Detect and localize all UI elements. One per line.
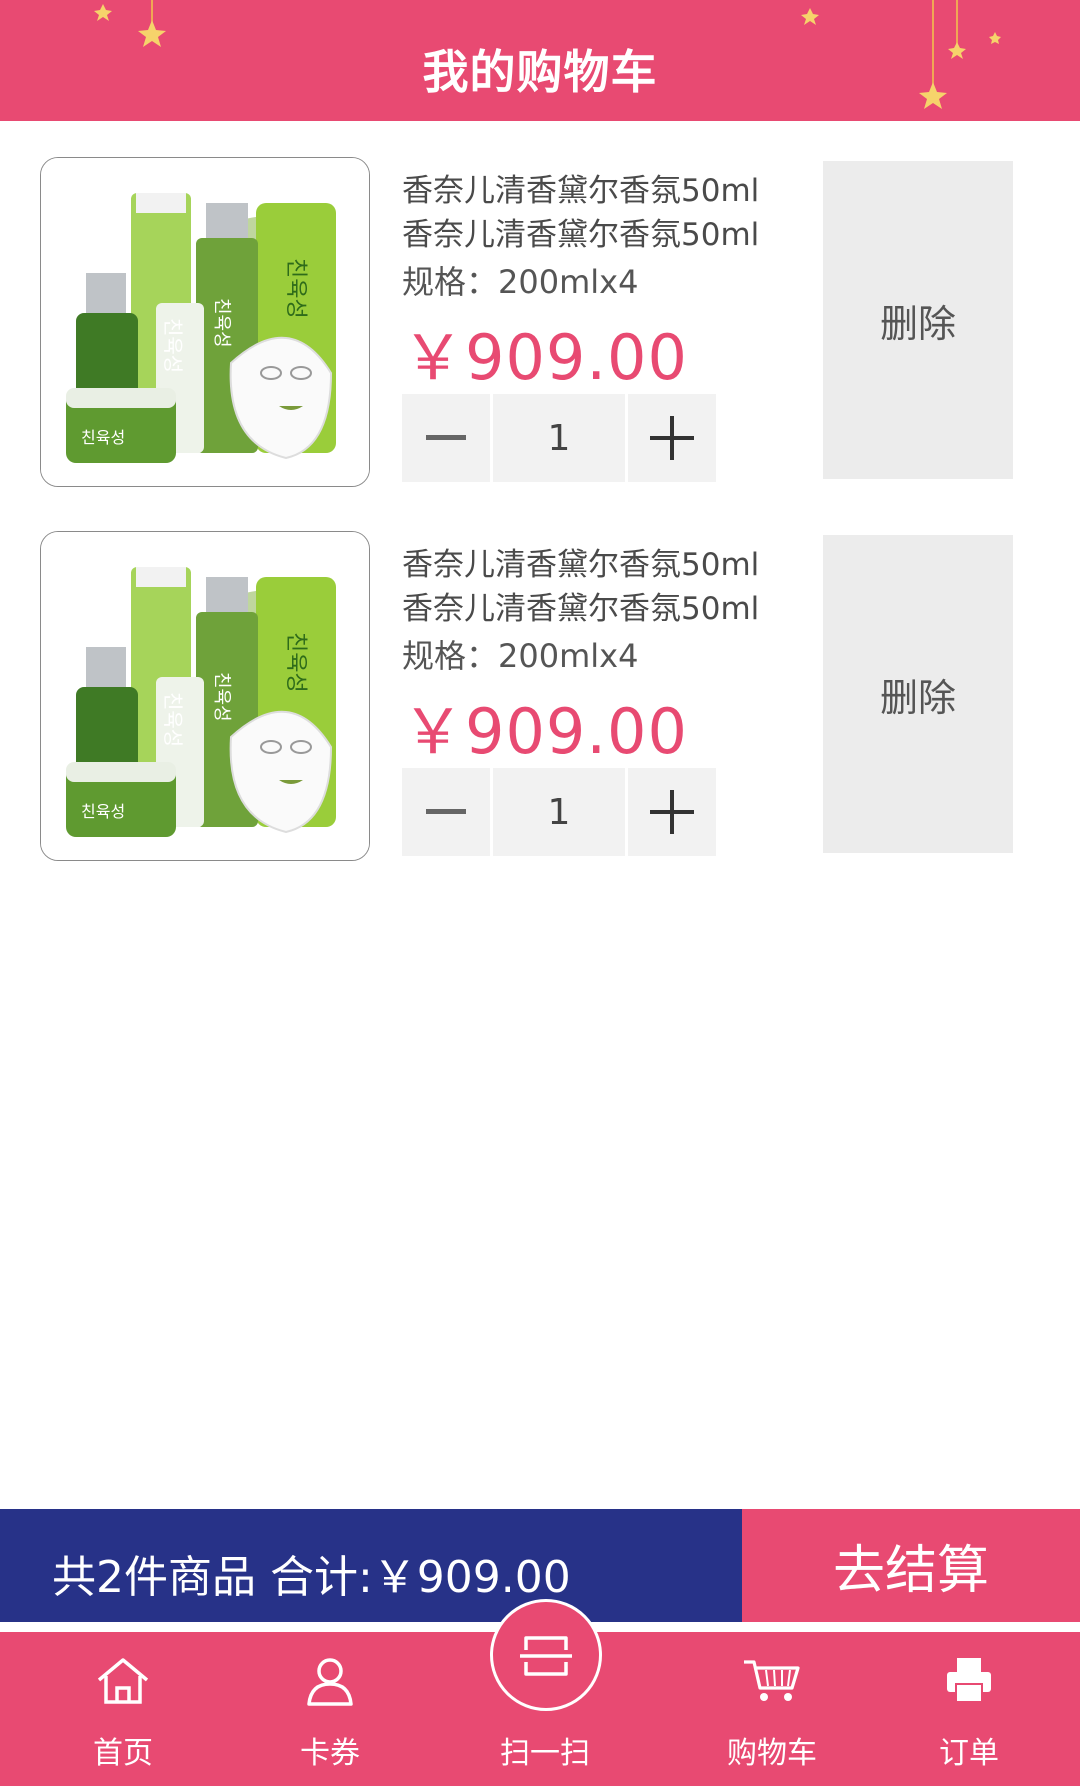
product-name[interactable]: 香奈儿清香黛尔香氛50ml 香奈儿清香黛尔香氛50ml <box>402 169 782 257</box>
quantity-stepper: 1 <box>402 768 719 856</box>
nav-item-cart[interactable]: 购物车 <box>692 1632 852 1786</box>
delete-button[interactable]: 删除 <box>823 535 1013 853</box>
product-name-line: 香奈儿清香黛尔香氛50ml <box>402 217 760 253</box>
product-image-graphic: 친육성 친육성 친육성 친육성 <box>41 158 369 486</box>
product-price: ￥909.00 <box>402 695 688 768</box>
svg-text:친육성: 친육성 <box>211 298 232 348</box>
header-bar: 我的购物车 <box>0 0 1080 121</box>
product-price: ￥909.00 <box>402 321 688 394</box>
svg-text:친육성: 친육성 <box>161 692 185 747</box>
product-image[interactable]: 친육성 친육성 친육성 친육성 <box>40 157 370 487</box>
nav-label: 首页 <box>93 1736 153 1771</box>
product-name-line: 香奈儿清香黛尔香氛50ml <box>402 547 760 583</box>
scan-button[interactable] <box>490 1599 602 1711</box>
nav-label: 扫一扫 <box>500 1736 590 1771</box>
page-title: 我的购物车 <box>422 45 658 99</box>
cart-item: 친육성 친육성 친육성 친육성 香奈儿清香黛尔香氛50ml 香奈儿清香黛尔香氛5… <box>0 531 1080 871</box>
plus-icon <box>650 416 694 460</box>
quantity-value[interactable]: 1 <box>493 394 625 482</box>
summary-total: 共2件商品 合计:￥909.00 <box>52 1552 571 1603</box>
product-spec: 规格：200mlx4 <box>402 637 639 675</box>
increase-button[interactable] <box>628 768 716 856</box>
nav-label: 订单 <box>939 1736 999 1771</box>
decrease-button[interactable] <box>402 394 490 482</box>
nav-item-coupons[interactable]: 卡券 <box>250 1632 410 1786</box>
nav-label: 购物车 <box>727 1736 817 1771</box>
nav-item-orders[interactable]: 订单 <box>889 1632 1049 1786</box>
scan-icon <box>520 1636 572 1676</box>
printer-icon <box>947 1658 991 1703</box>
product-spec: 规格：200mlx4 <box>402 263 639 301</box>
product-name[interactable]: 香奈儿清香黛尔香氛50ml 香奈儿清香黛尔香氛50ml <box>402 543 782 631</box>
svg-text:친육성: 친육성 <box>161 318 185 373</box>
home-icon <box>97 1658 149 1704</box>
svg-text:친육성: 친육성 <box>81 802 125 821</box>
product-image[interactable]: 친육성 친육성 친육성 친육성 <box>40 531 370 861</box>
plus-icon <box>650 790 694 834</box>
cart-icon <box>744 1660 800 1701</box>
decrease-button[interactable] <box>402 768 490 856</box>
svg-text:친육성: 친육성 <box>211 672 232 722</box>
quantity-stepper: 1 <box>402 394 719 482</box>
minus-icon <box>426 809 466 814</box>
minus-icon <box>426 435 466 440</box>
svg-text:친육성: 친육성 <box>283 258 308 319</box>
delete-button[interactable]: 删除 <box>823 161 1013 479</box>
product-name-line: 香奈儿清香黛尔香氛50ml <box>402 591 760 627</box>
product-image-graphic: 친육성 친육성 친육성 친육성 <box>41 532 369 860</box>
svg-text:친육성: 친육성 <box>283 632 308 693</box>
increase-button[interactable] <box>628 394 716 482</box>
checkout-button[interactable]: 去结算 <box>742 1509 1080 1622</box>
nav-item-home[interactable]: 首页 <box>43 1632 203 1786</box>
svg-text:친육성: 친육성 <box>81 428 125 447</box>
cart-summary: 共2件商品 合计:￥909.00 <box>0 1509 742 1622</box>
nav-label: 卡券 <box>300 1736 360 1771</box>
product-name-line: 香奈儿清香黛尔香氛50ml <box>402 173 760 209</box>
quantity-value[interactable]: 1 <box>493 768 625 856</box>
cart-item: 친육성 친육성 친육성 친육성 香奈儿清香黛尔香氛50ml 香奈儿清香黛尔香氛5… <box>0 157 1080 497</box>
user-icon <box>307 1658 353 1706</box>
